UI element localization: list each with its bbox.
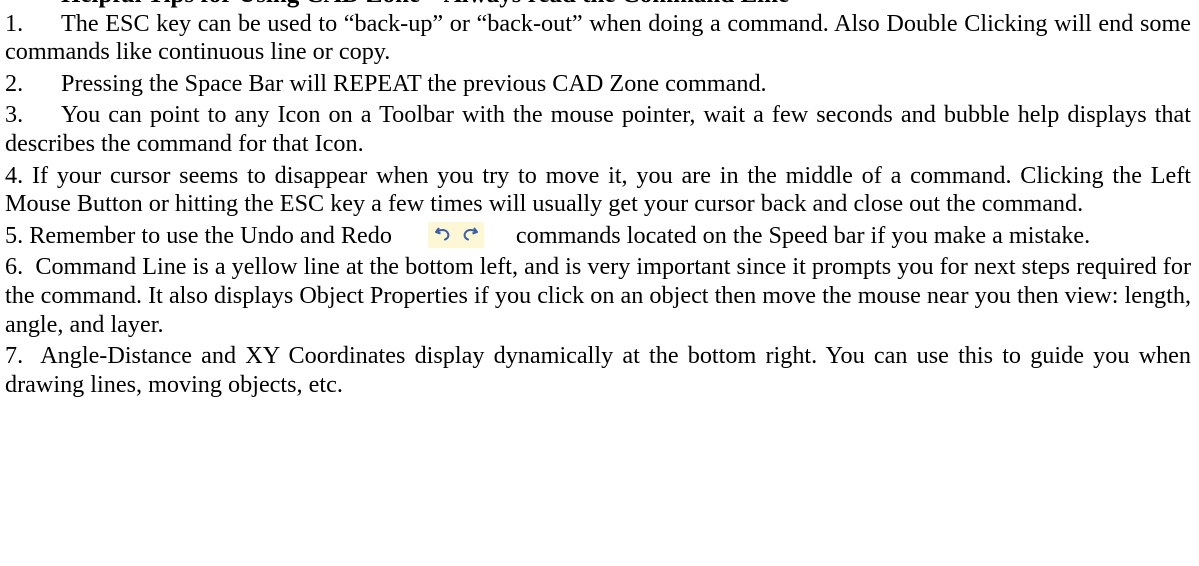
tip-item-3: 3. You can point to any Icon on a Toolbar… <box>5 101 1191 158</box>
tip-number: 2. <box>5 69 24 97</box>
tip-item-5: 5. Remember to use the Undo and Redo comm… <box>5 221 1191 251</box>
undo-icon <box>434 227 450 241</box>
tip-number: 7. <box>5 342 24 370</box>
speed-bar-icons <box>427 221 484 248</box>
tip-text: The ESC key can be used to “back-up” or … <box>5 9 1191 66</box>
tip-item-7: 7. Angle-Distance and XY Coordinates dis… <box>5 342 1191 399</box>
tip-text-before: Remember to use the Undo and Redo <box>29 221 392 249</box>
tip-item-1: 1. The ESC key can be used to “back-up” o… <box>5 10 1191 67</box>
tip-item-4: 4. If your cursor seems to disappear whe… <box>5 162 1191 219</box>
tip-text: Pressing the Space Bar will REPEAT the p… <box>61 69 767 97</box>
tip-number: 3. <box>5 101 24 129</box>
tip-text: Angle-Distance and XY Coordinates displa… <box>5 342 1191 398</box>
tip-text-after: commands located on the Speed bar if you… <box>515 221 1091 249</box>
redo-icon <box>463 227 478 241</box>
tip-item-6: 6. Command Line is a yellow line at the … <box>5 253 1191 339</box>
tip-number: 6. <box>5 253 24 281</box>
tip-number: 1. <box>5 9 24 37</box>
tip-text: If your cursor seems to disappear when y… <box>5 161 1192 218</box>
tip-number: 4. <box>5 161 24 189</box>
document-body: Helpful Tips for Using CAD Zone – Always… <box>5 0 1191 402</box>
tip-text: Command Line is a yellow line at the bot… <box>5 253 1191 338</box>
tip-item-2: 2. Pressing the Space Bar will REPEAT the… <box>5 70 1191 99</box>
tip-text: You can point to any Icon on a Toolbar w… <box>5 101 1191 157</box>
tip-number: 5. <box>5 221 24 249</box>
section-heading: Helpful Tips for Using CAD Zone – Always… <box>5 0 1191 10</box>
